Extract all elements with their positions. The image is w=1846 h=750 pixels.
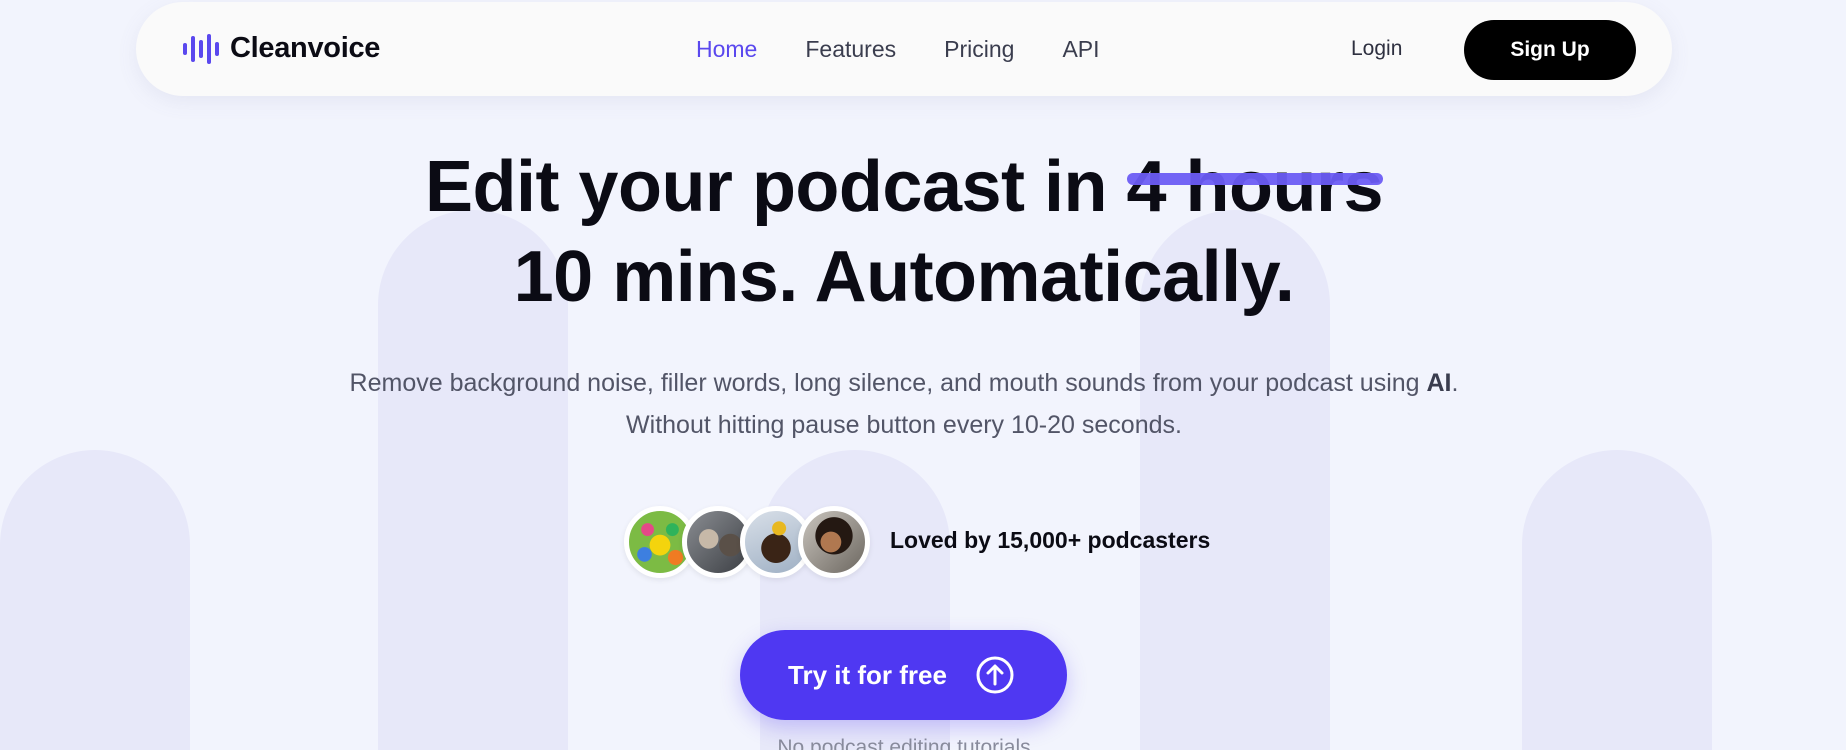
- hero-title: Edit your podcast in 4 hours 10 mins. Au…: [0, 142, 1808, 322]
- signup-button[interactable]: Sign Up: [1464, 20, 1636, 80]
- hero-subtitle-line-2: Without hitting pause button every 10-20…: [626, 411, 1182, 439]
- background-pillar: [1522, 450, 1712, 750]
- nav-link-pricing[interactable]: Pricing: [944, 36, 1014, 63]
- try-free-button[interactable]: Try it for free: [740, 630, 1067, 720]
- subtitle-bold-ai: AI: [1426, 369, 1452, 397]
- arrow-up-circle-icon: [976, 656, 1014, 694]
- nav-link-features[interactable]: Features: [805, 36, 896, 63]
- subtitle-text: Remove background noise, filler words, l…: [349, 369, 1427, 397]
- hero-title-struck: 4 hours: [1126, 142, 1384, 232]
- hero-title-prefix: Edit your podcast in: [424, 147, 1127, 227]
- nav-link-home[interactable]: Home: [696, 36, 757, 63]
- hero-subtitle-line-1: Remove background noise, filler words, l…: [0, 362, 1808, 404]
- subtitle-period: .: [1451, 369, 1459, 397]
- main-nav: Home Features Pricing API: [696, 2, 1100, 96]
- background-pillar: [0, 450, 190, 750]
- try-free-label: Try it for free: [788, 659, 947, 690]
- login-link[interactable]: Login: [1351, 2, 1402, 96]
- hero-title-line-1: Edit your podcast in 4 hours: [0, 142, 1808, 232]
- navbar: Cleanvoice Home Features Pricing API Log…: [136, 2, 1672, 96]
- hero-subtitle: Remove background noise, filler words, l…: [0, 362, 1808, 446]
- nav-link-api[interactable]: API: [1062, 36, 1099, 63]
- logo[interactable]: Cleanvoice: [182, 32, 380, 65]
- avatar-group: [624, 506, 870, 578]
- cta-note: No podcast editing tutorials: [777, 736, 1031, 750]
- hero-title-line-2: 10 mins. Automatically.: [513, 237, 1295, 317]
- social-proof-text: Loved by 15,000+ podcasters: [890, 527, 1211, 553]
- soundwave-logo-icon: [183, 33, 219, 64]
- logo-text: Cleanvoice: [230, 32, 381, 64]
- avatar: [798, 506, 870, 578]
